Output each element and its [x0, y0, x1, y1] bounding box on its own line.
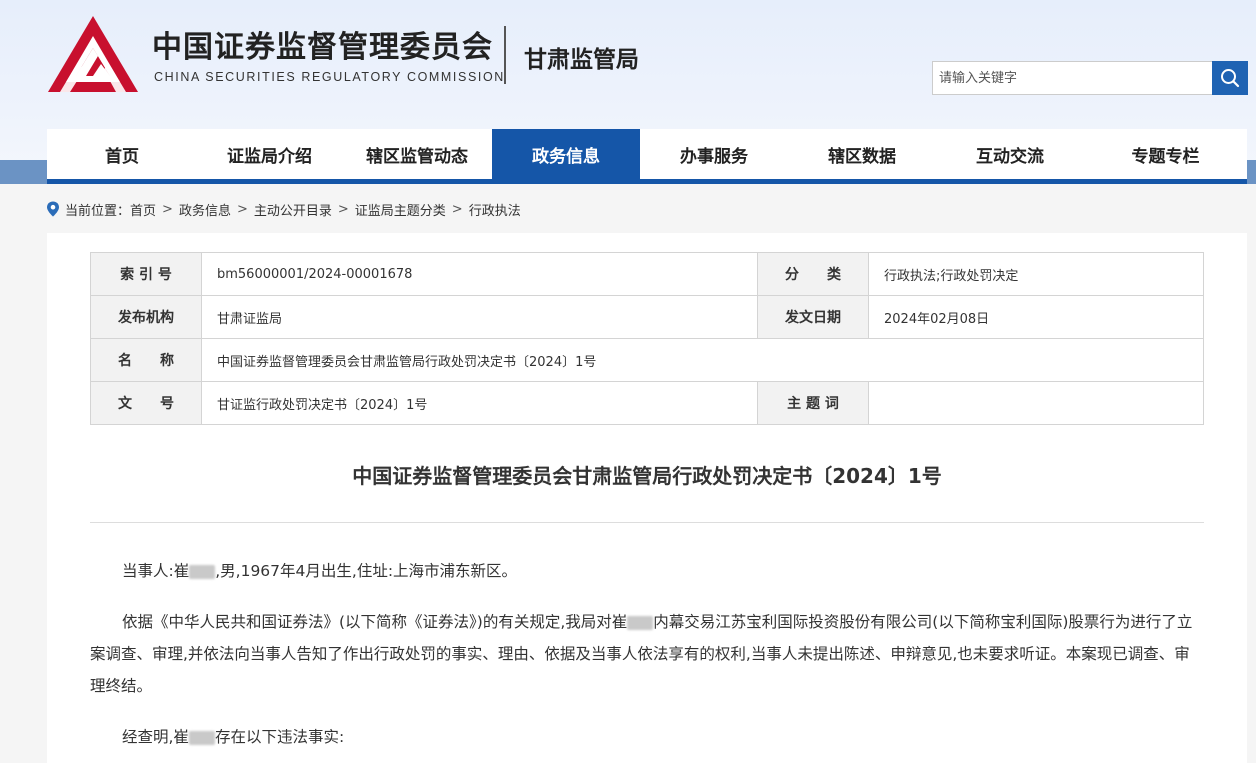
- keyword-value: [868, 381, 1204, 425]
- breadcrumb-item-home[interactable]: 首页: [130, 200, 156, 219]
- date-label: 发文日期: [757, 295, 869, 339]
- search-button[interactable]: [1212, 61, 1248, 95]
- breadcrumb-item-enforcement[interactable]: 行政执法: [469, 200, 521, 219]
- nav-item-government-info[interactable]: 政务信息: [492, 129, 640, 179]
- logo-divider: [504, 26, 506, 84]
- nav-item-regional-news[interactable]: 辖区监管动态: [342, 129, 492, 179]
- breadcrumb-item-government-info[interactable]: 政务信息: [179, 200, 231, 219]
- paragraph-basis: 依据《中华人民共和国证券法》(以下简称《证券法》)的有关规定,我局对崔 内幕交易江…: [90, 606, 1204, 702]
- nav-item-interaction[interactable]: 互动交流: [936, 129, 1084, 179]
- paragraph-text: 存在以下违法事实:: [214, 728, 345, 746]
- issuer-label: 发布机构: [90, 295, 202, 339]
- name-value: 中国证券监督管理委员会甘肃监管局行政处罚决定书〔2024〕1号: [201, 338, 1204, 382]
- paragraph-text: ,男,1967年4月出生,住址:上海市浦东新区。: [215, 562, 518, 580]
- breadcrumb-separator: >: [236, 201, 248, 217]
- breadcrumb-separator: >: [337, 201, 349, 217]
- document-title: 中国证券监督管理委员会甘肃监管局行政处罚决定书〔2024〕1号: [352, 464, 942, 488]
- redacted-name: [189, 564, 216, 579]
- breadcrumb-item-topic-category[interactable]: 证监局主题分类: [355, 200, 446, 219]
- breadcrumb-separator: >: [162, 201, 173, 217]
- paragraph-findings: 经查明,崔 存在以下违法事实:: [90, 721, 1204, 753]
- org-name-en: CHINA SECURITIES REGULATORY COMMISSION: [154, 70, 505, 84]
- meta-row: 发布机构 甘肃证监局 发文日期 2024年02月08日: [90, 295, 1204, 339]
- doc-number-label: 文 号: [90, 381, 202, 425]
- nav-item-bureau-intro[interactable]: 证监局介绍: [197, 129, 342, 179]
- paragraph-text: 当事人:崔: [122, 562, 190, 580]
- breadcrumb: 当前位置： 首页 > 政务信息 > 主动公开目录 > 证监局主题分类 > 行政执…: [46, 199, 521, 219]
- search-input[interactable]: [932, 61, 1212, 95]
- bureau-name: 甘肃监管局: [524, 47, 639, 73]
- nav-item-home[interactable]: 首页: [47, 129, 197, 179]
- meta-row: 文 号 甘证监行政处罚决定书〔2024〕1号 主 题 词: [90, 381, 1204, 425]
- name-label: 名 称: [90, 338, 202, 382]
- org-name-cn: 中国证券监督管理委员会: [152, 30, 493, 65]
- doc-number-value: 甘证监行政处罚决定书〔2024〕1号: [201, 381, 758, 425]
- paragraph-text: 经查明,崔: [122, 728, 189, 746]
- nav-item-regional-data[interactable]: 辖区数据: [788, 129, 936, 179]
- search-icon: [1221, 69, 1240, 88]
- nav-item-services[interactable]: 办事服务: [640, 129, 788, 179]
- category-label: 分 类: [757, 252, 869, 296]
- index-label: 索 引 号: [90, 252, 202, 296]
- breadcrumb-separator: >: [451, 201, 463, 217]
- main-nav: 首页 证监局介绍 辖区监管动态 政务信息 办事服务 辖区数据 互动交流 专题专栏: [47, 129, 1247, 184]
- location-pin-icon: [47, 201, 59, 217]
- content-panel: 索 引 号 bm56000001/2024-00001678 分 类 行政执法;…: [47, 233, 1247, 763]
- keyword-label: 主 题 词: [757, 381, 869, 425]
- paragraph-text: 依据《中华人民共和国证券法》(以下简称《证券法》)的有关规定,我局对崔: [122, 613, 628, 631]
- breadcrumb-item-public-catalog[interactable]: 主动公开目录: [254, 200, 332, 219]
- category-value: 行政执法;行政处罚决定: [868, 252, 1204, 296]
- date-value: 2024年02月08日: [868, 295, 1204, 339]
- breadcrumb-prefix: 当前位置：: [65, 203, 131, 219]
- document-meta-table: 索 引 号 bm56000001/2024-00001678 分 类 行政执法;…: [90, 252, 1204, 425]
- meta-row: 名 称 中国证券监督管理委员会甘肃监管局行政处罚决定书〔2024〕1号: [90, 338, 1204, 382]
- title-divider: [90, 522, 1204, 523]
- paragraph-party: 当事人:崔 ,男,1967年4月出生,住址:上海市浦东新区。: [90, 555, 1204, 587]
- redacted-name: [627, 615, 654, 630]
- issuer-value: 甘肃证监局: [201, 295, 758, 339]
- meta-row: 索 引 号 bm56000001/2024-00001678 分 类 行政执法;…: [90, 252, 1204, 296]
- nav-item-special-topics[interactable]: 专题专栏: [1084, 129, 1247, 179]
- csrc-logo-icon: [48, 16, 138, 92]
- index-value: bm56000001/2024-00001678: [201, 252, 758, 296]
- redacted-name: [188, 730, 215, 745]
